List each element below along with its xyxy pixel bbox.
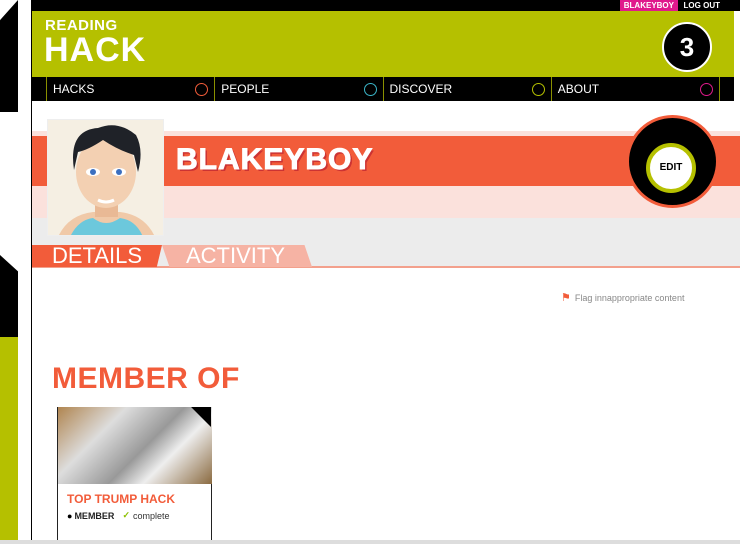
nav-label: ABOUT bbox=[557, 82, 600, 96]
tab-details[interactable]: DETAILS bbox=[32, 245, 162, 267]
role-label: MEMBER bbox=[74, 510, 115, 521]
hack-card-image[interactable] bbox=[58, 407, 212, 484]
nav-about[interactable]: ABOUT bbox=[550, 77, 720, 101]
profile-username: BLAKEYBOY bbox=[175, 143, 374, 177]
hack-card-meta: ● MEMBER ✓ complete bbox=[67, 510, 170, 521]
nav-label: PEOPLE bbox=[221, 82, 270, 96]
scroll-edge bbox=[0, 540, 740, 544]
flag-icon: ⚑ bbox=[561, 292, 571, 304]
flag-label: Flag innappropriate content bbox=[574, 292, 685, 303]
nav-label: HACKS bbox=[53, 82, 95, 96]
level-badge: 3 bbox=[662, 22, 712, 72]
main-nav: HACKS PEOPLE DISCOVER ABOUT bbox=[32, 77, 734, 101]
hack-card-title[interactable]: TOP TRUMP HACK bbox=[67, 492, 175, 506]
hack-card[interactable]: TOP TRUMP HACK ● MEMBER ✓ complete bbox=[57, 407, 212, 544]
status-label: complete bbox=[132, 510, 170, 521]
member-of-heading: MEMBER OF bbox=[52, 362, 240, 395]
check-icon: ✓ bbox=[122, 510, 130, 520]
nav-hacks[interactable]: HACKS bbox=[46, 77, 214, 101]
circle-icon bbox=[700, 82, 713, 96]
user-link[interactable]: BLAKEYBOY bbox=[619, 0, 678, 11]
avatar bbox=[47, 119, 164, 236]
circle-icon bbox=[531, 82, 545, 96]
circle-icon bbox=[195, 82, 209, 96]
nav-people[interactable]: PEOPLE bbox=[214, 77, 382, 101]
user-icon: ● bbox=[67, 510, 73, 521]
nav-discover[interactable]: DISCOVER bbox=[382, 77, 551, 101]
flag-content-link[interactable]: ⚑ Flag innappropriate content bbox=[561, 291, 684, 304]
edit-button[interactable]: EDIT bbox=[646, 143, 696, 193]
side-decoration bbox=[0, 0, 18, 112]
logout-link[interactable]: LOG OUT bbox=[679, 0, 724, 11]
nav-label: DISCOVER bbox=[389, 82, 453, 96]
logo-line2[interactable]: HACK bbox=[44, 31, 146, 70]
tab-activity[interactable]: ACTIVITY bbox=[162, 245, 312, 267]
side-decoration bbox=[0, 337, 18, 544]
side-decoration bbox=[0, 255, 18, 337]
circle-icon bbox=[363, 82, 377, 96]
